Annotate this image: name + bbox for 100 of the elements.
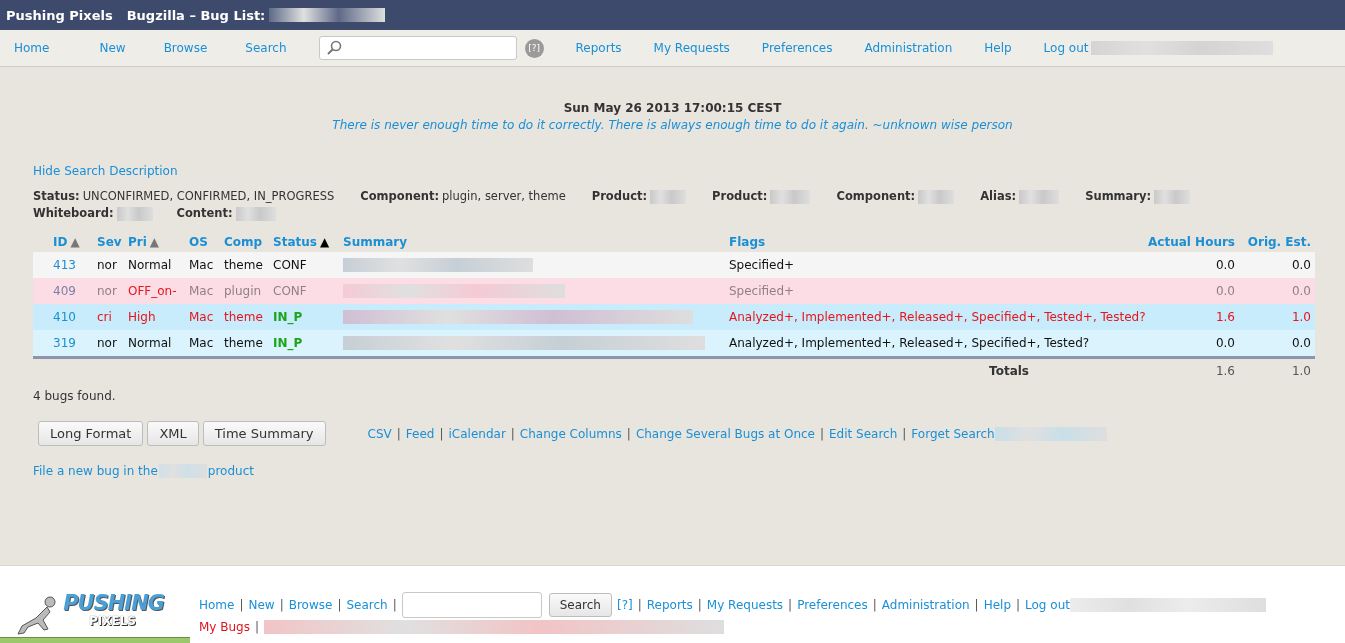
table-cell: 1.0 (1291, 364, 1311, 378)
nav-link[interactable]: Administration (862, 41, 955, 55)
blurred-text (650, 189, 687, 204)
list-action-link[interactable]: Feed (405, 426, 435, 441)
list-action-link[interactable]: Forget Search (911, 426, 995, 441)
footer-link[interactable]: Administration (881, 598, 970, 612)
blurred-text (158, 464, 207, 478)
separator: | (974, 598, 979, 612)
footer-link[interactable]: [?] (617, 598, 633, 612)
column-header[interactable]: Flags (729, 235, 766, 249)
nav-link[interactable]: Browse (161, 41, 210, 55)
table-cell: Mac (189, 258, 214, 272)
bug-id-link[interactable]: 409 (53, 284, 76, 298)
table-cell: nor (97, 284, 117, 298)
table-cell: 0.0 (1291, 336, 1311, 350)
filter-label: Alias: (980, 188, 1017, 205)
separator: | (1016, 598, 1021, 612)
nav-link[interactable]: My Requests (651, 41, 732, 55)
separator: | (510, 426, 515, 441)
date-text: Sun May 26 2013 17:00:15 CEST (563, 101, 782, 115)
table-cell: OFF_on- (128, 284, 177, 298)
column-header[interactable]: Summary (343, 235, 408, 249)
file-bug-link[interactable]: File a new bug in the (33, 464, 158, 478)
column-header[interactable]: ID ▲ (53, 235, 80, 249)
list-action-link[interactable]: CSV (367, 426, 392, 441)
filter-label: Summary: (1085, 188, 1152, 205)
separator: | (396, 426, 401, 441)
bug-row[interactable]: 319 nor Normal Mac theme IN_P Analyzed+, Implemented+, Released+, Specified+, Tested? 0.0 0.0 (33, 330, 1315, 356)
nav-link[interactable]: Log out (1041, 41, 1091, 55)
list-action-link[interactable]: Change Columns (519, 426, 622, 441)
footer-link[interactable]: Browse (288, 598, 333, 612)
column-header[interactable]: OS (189, 235, 208, 249)
logo-text: PUSHING (63, 592, 164, 614)
table-cell: plugin (224, 284, 262, 298)
search-field[interactable] (318, 36, 517, 60)
footer-link[interactable]: Home (199, 598, 235, 612)
nav-link[interactable]: New (97, 41, 128, 55)
table-cell: Mac (189, 310, 214, 324)
column-header[interactable]: Status ▲ (273, 235, 330, 249)
footer-link[interactable]: Reports (646, 598, 693, 612)
bug-row[interactable]: 410 cri High Mac theme IN_P Analyzed+, Implemented+, Released+, Specified+, Tested+, Tested? 1.6 1.0 (33, 304, 1315, 330)
bug-id-link[interactable]: 413 (53, 258, 76, 272)
table-cell: CONF (273, 258, 307, 272)
footer-link[interactable]: New (248, 598, 275, 612)
table-cell: 0.0 (1291, 284, 1311, 298)
list-action-link[interactable]: Change Several Bugs at Once (635, 426, 815, 441)
search-button[interactable]: Search (548, 593, 612, 617)
column-header[interactable]: Sev (97, 235, 122, 249)
site-title: Pushing Pixels (6, 7, 113, 23)
filter-label: Status: (33, 188, 80, 205)
hide-description-link[interactable]: Hide Search Description (33, 164, 178, 178)
format-button[interactable]: Time Summary (202, 421, 326, 446)
blurred-text (918, 189, 955, 204)
list-action-link[interactable]: Edit Search (829, 426, 898, 441)
table-cell: 0.0 (1215, 336, 1235, 350)
bug-row[interactable]: 409 nor OFF_on- Mac plugin CONF Specified+ 0.0 0.0 (33, 278, 1315, 304)
blurred-text (1154, 189, 1191, 204)
table-cell: High (128, 310, 156, 324)
table-cell: 1.6 (1215, 310, 1235, 324)
filter-label: Content: (176, 205, 233, 222)
nav-link[interactable]: Help (982, 41, 1014, 55)
nav-link[interactable]: Search (243, 41, 289, 55)
blurred-text (770, 189, 811, 204)
format-button[interactable]: XML (147, 421, 199, 446)
help-link[interactable]: [?] (524, 38, 544, 58)
separator: | (392, 598, 397, 612)
footer-link[interactable]: Preferences (797, 598, 868, 612)
bug-id-link[interactable]: 410 (53, 310, 76, 324)
footer-link[interactable]: My Requests (706, 598, 784, 612)
file-bug-link[interactable]: product (207, 464, 254, 478)
filter-label: Product: (591, 188, 648, 205)
column-header[interactable]: Comp (224, 235, 263, 249)
quote-text: There is never enough time to do it correctly. There is always enough time to do it again. ~unknown wise person (332, 118, 1013, 132)
separator: | (239, 598, 244, 612)
sort-arrow: ▲ (70, 235, 80, 249)
footer-link[interactable]: Log out (1025, 598, 1070, 612)
filter-label: Product: (712, 188, 768, 205)
nav-link[interactable]: Home (12, 41, 52, 55)
column-header[interactable]: Actual Hours (1148, 235, 1235, 249)
column-header[interactable]: Pri ▲ (128, 235, 160, 249)
table-cell: CONF (273, 284, 307, 298)
list-action-link[interactable]: iCalendar (448, 426, 506, 441)
page-title: Bugzilla – Bug List: (126, 7, 266, 23)
format-button[interactable]: Long Format (38, 421, 144, 446)
table-cell: Normal (128, 258, 172, 272)
blurred-text (235, 206, 276, 221)
column-header[interactable]: Orig. Est. (1247, 235, 1311, 249)
nav-link[interactable]: Preferences (759, 41, 835, 55)
table-cell: nor (97, 336, 117, 350)
footer-link[interactable]: Search (346, 598, 388, 612)
my-bugs-link[interactable]: My Bugs (199, 620, 250, 634)
search-field[interactable] (401, 592, 542, 618)
footer-link[interactable]: Help (983, 598, 1011, 612)
separator: | (902, 426, 907, 441)
nav-link[interactable]: Reports (573, 41, 624, 55)
filter-label: Whiteboard: (33, 205, 114, 222)
bug-row[interactable]: 413 nor Normal Mac theme CONF Specified+ 0.0 0.0 (33, 252, 1315, 278)
bug-id-link[interactable]: 319 (53, 336, 76, 350)
table-cell: nor (97, 258, 117, 272)
filter-label: Component: (360, 188, 439, 205)
